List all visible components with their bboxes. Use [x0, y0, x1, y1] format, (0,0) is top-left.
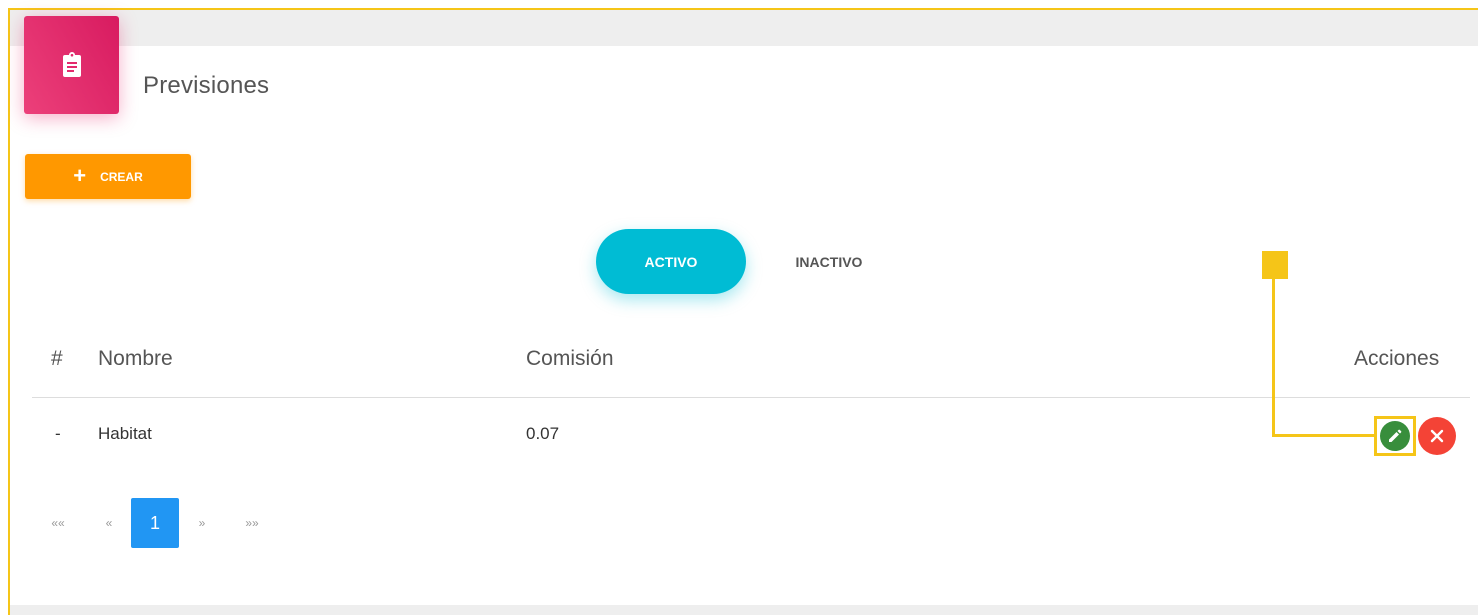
- content-card: [10, 46, 1478, 605]
- pagination-last[interactable]: »»: [234, 498, 270, 548]
- header-divider: [32, 397, 1470, 398]
- column-header-acciones: Acciones: [1354, 347, 1440, 370]
- annotation-line: [1272, 434, 1374, 437]
- cell-nombre: Habitat: [98, 424, 152, 443]
- create-button-label: CREAR: [100, 169, 143, 184]
- tab-activo[interactable]: ACTIVO: [596, 229, 746, 294]
- page-title: Previsiones: [143, 72, 270, 99]
- create-button[interactable]: + CREAR: [25, 154, 191, 199]
- pencil-icon: [1389, 429, 1402, 442]
- pagination-next[interactable]: »: [187, 498, 217, 548]
- annotation-line: [1272, 279, 1275, 437]
- pagination-page-1[interactable]: 1: [131, 498, 179, 548]
- column-header-nombre: Nombre: [98, 347, 173, 370]
- annotation-marker: [1262, 251, 1288, 279]
- cell-comision: 0.07: [526, 424, 560, 443]
- pagination-prev[interactable]: «: [94, 498, 124, 548]
- card-header-icon: [24, 16, 119, 114]
- cell-index: -: [55, 424, 61, 443]
- column-header-comision: Comisión: [526, 347, 614, 370]
- tab-inactivo[interactable]: INACTIVO: [768, 229, 890, 294]
- pagination-first[interactable]: ««: [40, 498, 76, 548]
- plus-icon: +: [73, 162, 87, 188]
- bottom-edge: [10, 605, 1478, 615]
- clipboard-icon: [62, 52, 81, 77]
- close-icon: [1430, 429, 1444, 443]
- delete-button[interactable]: [1418, 417, 1456, 455]
- edit-button[interactable]: [1374, 416, 1416, 456]
- edit-button-circle: [1380, 421, 1410, 451]
- top-bar: [10, 10, 1478, 46]
- column-header-index: #: [51, 347, 63, 370]
